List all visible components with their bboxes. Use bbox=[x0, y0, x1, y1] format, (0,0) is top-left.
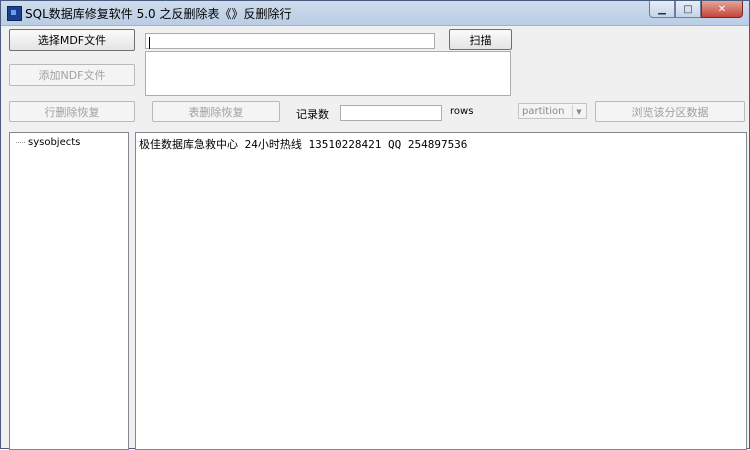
partition-selected-value: partition bbox=[522, 106, 565, 117]
record-count-label: 记录数 bbox=[296, 108, 329, 121]
rows-label: rows bbox=[450, 106, 474, 117]
title-bar[interactable]: SQL数据库修复软件 5.0 之反删除表《》反删除行 ▁ □ ✕ bbox=[1, 1, 749, 26]
mdf-path-input[interactable] bbox=[145, 33, 435, 49]
maximize-button[interactable]: □ bbox=[675, 1, 701, 18]
maximize-icon: □ bbox=[683, 3, 693, 15]
window-title: SQL数据库修复软件 5.0 之反删除表《》反删除行 bbox=[25, 7, 292, 21]
output-panel[interactable]: 极佳数据库急救中心 24小时热线 13510228421 QQ 25489753… bbox=[135, 132, 747, 450]
caption-buttons: ▁ □ ✕ bbox=[649, 1, 743, 20]
add-ndf-button[interactable]: 添加NDF文件 bbox=[9, 64, 135, 86]
tree-item-label: sysobjects bbox=[28, 137, 81, 148]
partition-select[interactable]: partition ▼ bbox=[518, 103, 587, 119]
tree-connector bbox=[16, 141, 25, 143]
output-text: 极佳数据库急救中心 24小时热线 13510228421 QQ 25489753… bbox=[139, 138, 468, 151]
minimize-button[interactable]: ▁ bbox=[649, 1, 675, 18]
app-icon bbox=[7, 6, 22, 21]
main-window: SQL数据库修复软件 5.0 之反删除表《》反删除行 ▁ □ ✕ 选择MDF文件… bbox=[0, 0, 750, 450]
close-icon: ✕ bbox=[717, 3, 727, 15]
minimize-icon: ▁ bbox=[658, 3, 666, 15]
select-mdf-button[interactable]: 选择MDF文件 bbox=[9, 29, 135, 51]
scan-button[interactable]: 扫描 bbox=[449, 29, 512, 50]
object-tree[interactable]: sysobjects bbox=[9, 132, 129, 450]
browse-partition-button[interactable]: 浏览该分区数据 bbox=[595, 101, 745, 122]
close-button[interactable]: ✕ bbox=[701, 1, 743, 18]
text-caret bbox=[149, 37, 150, 49]
record-count-input[interactable] bbox=[340, 105, 442, 121]
ndf-list-box[interactable] bbox=[145, 51, 511, 96]
row-recover-button[interactable]: 行删除恢复 bbox=[9, 101, 135, 122]
chevron-down-icon: ▼ bbox=[572, 105, 585, 118]
table-recover-button[interactable]: 表删除恢复 bbox=[152, 101, 280, 122]
tree-item-sysobjects[interactable]: sysobjects bbox=[16, 137, 80, 148]
